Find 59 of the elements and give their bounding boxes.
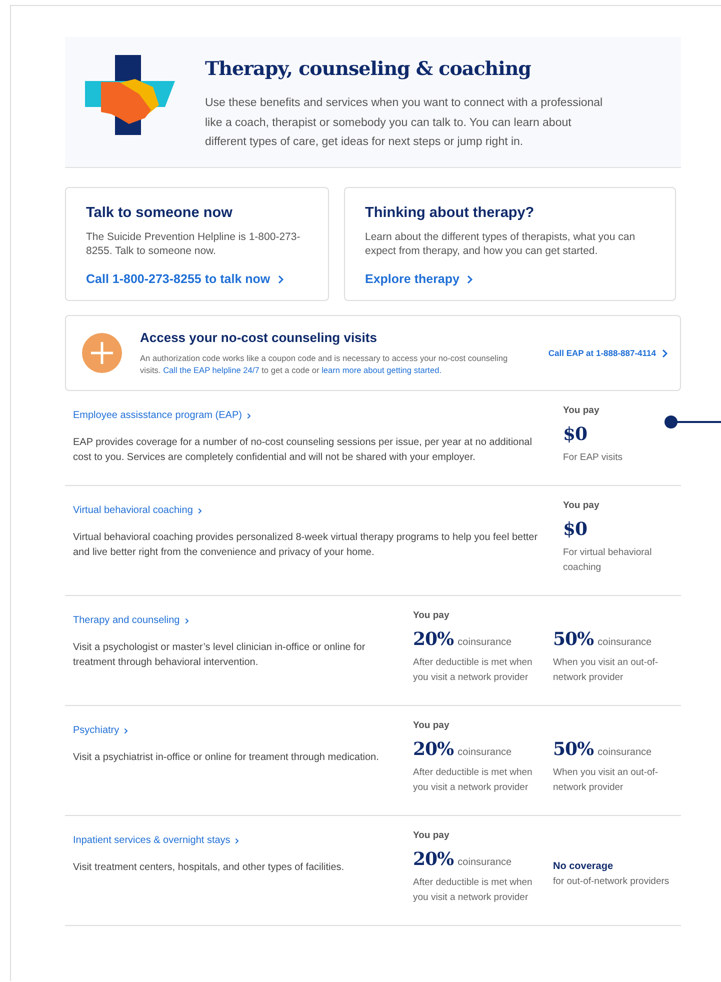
benefit-description: Visit treatment centers, hospitals, and other types of facilities. [73, 861, 346, 875]
cost-amount: $0 [563, 424, 588, 445]
cost-unit: coinsurance [458, 857, 512, 868]
cost-note: When you visit an out-of-network provider [553, 766, 660, 795]
benefit-description: Visit a psychiatrist in-office or online for treament through medication. [73, 751, 380, 765]
chevron-right-icon [246, 412, 251, 418]
banner-title: Access your no-cost counseling visits [140, 330, 378, 345]
cost-amount: 50% [553, 739, 594, 760]
chevron-right-icon [662, 348, 668, 358]
you-pay-label: You pay [563, 405, 600, 416]
chevron-right-icon [184, 618, 189, 624]
benefit-link[interactable]: Therapy and counseling [73, 615, 189, 626]
page-title: Therapy, counseling & coaching [205, 58, 532, 80]
chevron-right-icon [235, 838, 240, 844]
chevron-right-icon [467, 274, 474, 284]
chevron-right-icon [198, 508, 202, 514]
chevron-right-icon [278, 274, 284, 284]
cross-handshake-icon [85, 55, 175, 135]
benefit-link[interactable]: Virtual behavioral coaching [73, 505, 202, 516]
card-text: The Suicide Prevention Helpline is 1-800-273-8255. Talk to someone now. [86, 230, 302, 258]
banner-link[interactable]: Call the EAP helpline 24/7 [163, 365, 260, 375]
benefit-link[interactable]: Psychiatry [73, 725, 128, 736]
cost-amount: 20% [413, 629, 454, 650]
card-title: Thinking about therapy? [365, 205, 536, 221]
card-link[interactable]: Explore therapy [365, 272, 474, 286]
cost-unit: coinsurance [598, 747, 652, 758]
benefit-link[interactable]: Inpatient services & overnight stays [73, 835, 240, 846]
you-pay-label: You pay [413, 830, 450, 841]
banner-link[interactable]: learn more about getting started. [322, 365, 442, 375]
cost-amount: 20% [413, 739, 454, 760]
cost-note: For virtual behavioral coaching [563, 546, 653, 575]
benefit-description: EAP provides coverage for a number of no-cost counseling sessions per issue, per year at no additional cost to you. Services are completely confidential and will not be shared with your employer. [73, 436, 533, 465]
cost-unit: coinsurance [598, 637, 652, 648]
benefit-link[interactable]: Employee assisstance program (EAP) [73, 410, 251, 421]
chevron-right-icon [124, 728, 128, 734]
you-pay-label: You pay [413, 610, 450, 621]
cost-amount: 20% [413, 849, 454, 870]
plus-icon [82, 333, 122, 373]
cost-note: After deductible is met when you visit a network provider [413, 876, 533, 905]
cost-note: After deductible is met when you visit a network provider [413, 766, 533, 795]
cost-amount: $0 [563, 519, 588, 540]
banner-text: An authorization code works like a coupon code and is necessary to access your no-cost counseling visits. Call the EAP helpline 24/7 to get a code or learn more about getting started. [140, 352, 509, 376]
card-link[interactable]: Call 1-800-273-8255 to talk now [86, 272, 284, 286]
page-description: Use these benefits and services when you want to connect with a professional like a coach, therapist or somebody you can talk to. You can learn about different types of care, get ideas for next steps or jump right in. [205, 96, 604, 150]
card-title: Talk to someone now [86, 205, 234, 221]
cost-unit: coinsurance [458, 637, 512, 648]
call-eap-link[interactable]: Call EAP at 1-888-887-4114 [548, 348, 668, 358]
cost-amount: 50% [553, 629, 594, 650]
benefit-description: Visit a psychologist or master’s level clinician in-office or online for treatment through behavioral intervention. [73, 641, 366, 670]
no-coverage-label: No coverage [553, 861, 614, 872]
benefit-description: Virtual behavioral coaching provides personalized 8-week virtual therapy programs to help you feel better and live better right from the convenience and privacy of your home. [73, 531, 539, 560]
cost-note: After deductible is met when you visit a network provider [413, 656, 533, 685]
you-pay-label: You pay [563, 500, 600, 511]
cost-note: For EAP visits [563, 451, 624, 465]
you-pay-label: You pay [413, 720, 450, 731]
cost-note: When you visit an out-of-network provider [553, 656, 660, 685]
cost-note: for out-of-network providers [553, 875, 670, 889]
card-text: Learn about the different types of therapists, what you can expect from therapy, and how you can get started. [365, 230, 636, 258]
cost-unit: coinsurance [458, 747, 512, 758]
